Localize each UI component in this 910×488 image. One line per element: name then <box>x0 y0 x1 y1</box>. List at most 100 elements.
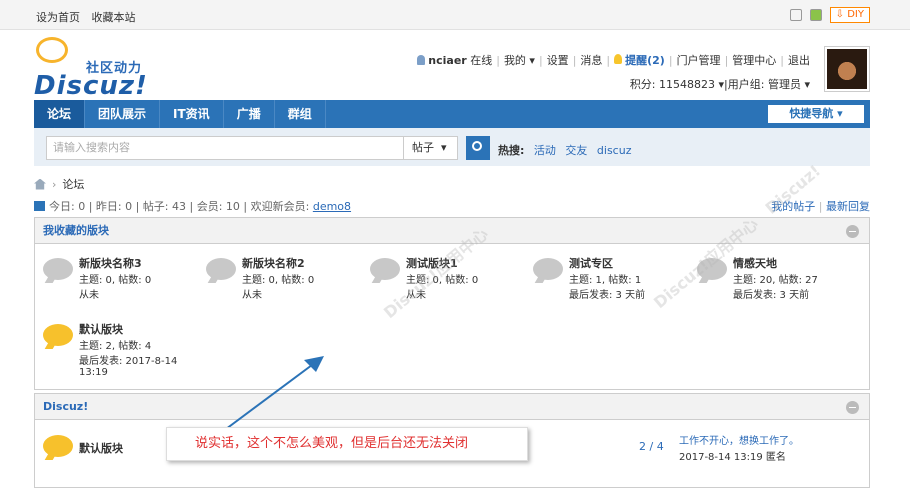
main-nav: 论坛 团队展示 IT资讯 广播 群组 快捷导航 ▾ <box>34 100 870 128</box>
my-menu[interactable]: 我的 <box>504 54 526 67</box>
fullscreen-icon[interactable] <box>789 9 802 21</box>
forum-last-post: 最后发表: 2017-8-14 <box>79 356 178 367</box>
breadcrumb-current[interactable]: 论坛 <box>62 176 84 192</box>
nav-item-team[interactable]: 团队展示 <box>85 100 161 128</box>
remind-link[interactable]: 提醒(2) <box>625 54 665 67</box>
search-icon <box>472 141 482 151</box>
quick-nav-label: 快捷导航 <box>789 107 834 120</box>
welcome-text: 欢迎新会员: <box>250 200 310 213</box>
nav-item-group[interactable]: 群组 <box>275 100 326 128</box>
remind-icon <box>614 54 623 64</box>
forum-name-link[interactable]: 新版块名称2 <box>242 255 305 271</box>
hot-link-dating[interactable]: 交友 <box>565 144 587 157</box>
forum-name-link[interactable]: 情感天地 <box>733 255 777 271</box>
search-input[interactable]: 请输入搜索内容 <box>46 136 404 160</box>
forum-last-post: 从未 <box>242 290 262 301</box>
last-post-title-link[interactable]: 工作不开心，想换工作了。 <box>679 432 799 447</box>
forum-last-post: 最后发表: 3 天前 <box>733 290 810 301</box>
admin-center-link[interactable]: 管理中心 <box>732 54 776 67</box>
forum-bubble-icon <box>43 258 73 280</box>
forum-stats-text: 主题: 0, 帖数: 0 <box>79 275 152 286</box>
diy-button[interactable]: ⇩ DIY <box>829 7 870 23</box>
hot-link-activity[interactable]: 活动 <box>534 144 556 157</box>
newest-member-link[interactable]: demo8 <box>313 200 351 213</box>
hot-label: 热搜: <box>498 144 525 157</box>
quick-nav-button[interactable]: 快捷导航 ▾ <box>768 105 864 123</box>
home-icon[interactable] <box>34 178 46 190</box>
nav-item-it-news[interactable]: IT资讯 <box>160 100 224 128</box>
online-status[interactable]: 在线 <box>470 54 492 67</box>
forum-thread-count: 2 / 4 <box>639 440 664 453</box>
hot-link-discuz[interactable]: discuz <box>597 144 632 157</box>
logout-link[interactable]: 退出 <box>788 54 810 67</box>
nav-item-forum[interactable]: 论坛 <box>34 100 86 128</box>
portal-admin-link[interactable]: 门户管理 <box>677 54 721 67</box>
favorite-forums-title[interactable]: 我收藏的版块 <box>43 224 109 237</box>
forum-bubble-icon <box>533 258 563 280</box>
last-post-meta: 2017-8-14 13:19 匿名 <box>679 452 786 463</box>
search-button[interactable] <box>466 136 490 160</box>
nav-item-broadcast[interactable]: 广播 <box>224 100 275 128</box>
set-home-link[interactable]: 设为首页 <box>36 11 80 24</box>
forum-name-link[interactable]: 新版块名称3 <box>79 255 142 271</box>
forum-stats-text: 主题: 1, 帖数: 1 <box>569 275 642 286</box>
forum-stats-text: 主题: 0, 帖数: 0 <box>406 275 479 286</box>
logo[interactable]: 社区动力 Discuz! <box>34 37 164 101</box>
search-type-value: 帖子 <box>412 141 434 154</box>
category-title[interactable]: Discuz! <box>43 400 88 413</box>
stat-members: 会员: 10 <box>196 200 240 213</box>
forum-last-post: 从未 <box>406 290 426 301</box>
favorite-forums-box: 我收藏的版块 新版块名称3 主题: 0, 帖数: 0 从未 新版块名称2 主题:… <box>34 217 870 390</box>
forum-name-link[interactable]: 测试版块1 <box>406 255 458 271</box>
search-bar: 请输入搜索内容 帖子 ▾ 热搜: 活动 交友 discuz <box>34 128 870 166</box>
forum-stats: 今日: 0 | 昨日: 0 | 帖子: 43 | 会员: 10 | 欢迎新会员:… <box>34 198 870 214</box>
avatar[interactable] <box>824 46 870 92</box>
settings-link[interactable]: 设置 <box>547 54 569 67</box>
stat-posts: 帖子: 43 <box>142 200 187 213</box>
forum-last-post: 最后发表: 3 天前 <box>569 290 646 301</box>
logo-bubble-icon <box>36 37 68 63</box>
stats-chart-icon[interactable] <box>34 201 45 211</box>
forum-bubble-icon <box>43 324 73 346</box>
diy-label: DIY <box>847 9 864 20</box>
forum-name-link[interactable]: 测试专区 <box>569 255 613 271</box>
forum-name-link[interactable]: 默认版块 <box>79 321 123 337</box>
breadcrumb: › 论坛 <box>34 176 84 192</box>
avatar-image <box>827 49 867 89</box>
forum-stats-text: 主题: 2, 帖数: 4 <box>79 341 152 352</box>
username-link[interactable]: nciaer <box>428 54 466 67</box>
user-bar: nciaer 在线 | 我的 ▾ | 设置 | 消息 | 提醒(2) | 门户管理 | 管理中心 | 退出 <box>417 52 810 68</box>
logo-word: Discuz! <box>34 71 148 101</box>
favorite-forums-header: 我收藏的版块 <box>35 218 869 244</box>
credits-bar: 积分: 11548823 ▾|用户组: 管理员 ▾ <box>629 78 810 91</box>
forum-last-post-time: 13:19 <box>79 367 108 378</box>
category-header: Discuz! <box>35 394 869 420</box>
forum-stats-text: 主题: 0, 帖数: 0 <box>242 275 315 286</box>
forum-bubble-icon <box>43 435 73 457</box>
forum-bubble-icon <box>697 258 727 280</box>
forum-stats-text: 主题: 20, 帖数: 27 <box>733 275 818 286</box>
collapse-icon[interactable] <box>846 401 859 414</box>
top-links: 设为首页 收藏本站 <box>36 9 144 25</box>
my-posts-link[interactable]: 我的帖子 <box>771 200 815 213</box>
search-type-select[interactable]: 帖子 ▾ <box>404 136 458 160</box>
annotation-callout: 说实话，这个不怎么美观，但是后台还无法关闭 <box>166 427 528 461</box>
top-bar: 设为首页 收藏本站 ⇩ DIY <box>0 0 910 30</box>
stat-today: 今日: 0 <box>49 200 86 213</box>
forum-bubble-icon <box>206 258 236 280</box>
bookmark-link[interactable]: 收藏本站 <box>92 11 136 24</box>
usergroup-link[interactable]: 用户组: 管理员 <box>728 78 801 91</box>
hot-search: 热搜: 活动 交友 discuz <box>498 142 631 158</box>
forum-last-post: 从未 <box>79 290 99 301</box>
header: 社区动力 Discuz! nciaer 在线 | 我的 ▾ | 设置 | 消息 | 提醒(2) |… <box>0 30 910 101</box>
latest-reply-link[interactable]: 最新回复 <box>826 200 870 213</box>
top-icons: ⇩ DIY <box>789 7 870 23</box>
forum-bubble-icon <box>370 258 400 280</box>
stat-yesterday: 昨日: 0 <box>95 200 133 213</box>
collapse-icon[interactable] <box>846 225 859 238</box>
messages-link[interactable]: 消息 <box>580 54 602 67</box>
style-icon[interactable] <box>809 9 822 21</box>
forum-name-link[interactable]: 默认版块 <box>79 440 123 456</box>
credits-link[interactable]: 积分: 11548823 <box>630 78 715 91</box>
user-icon <box>417 55 426 65</box>
